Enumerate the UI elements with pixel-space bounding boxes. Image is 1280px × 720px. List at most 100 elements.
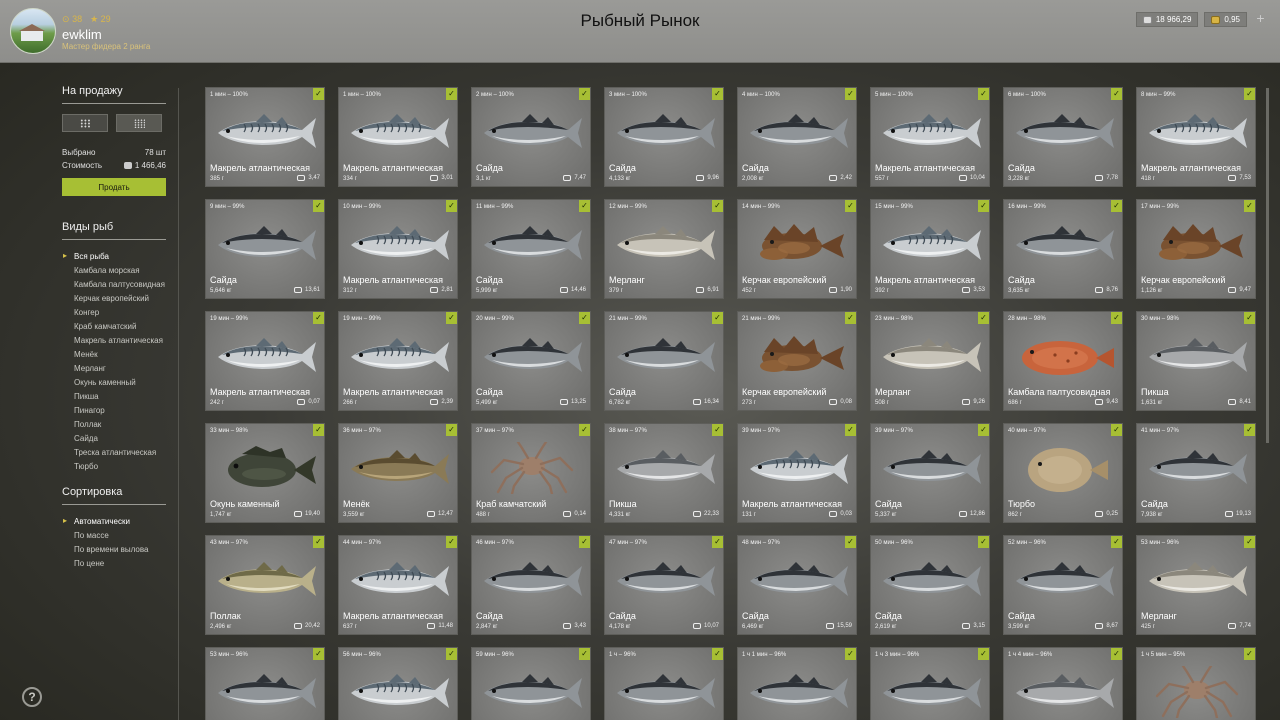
selected-check-icon[interactable]: ✓	[313, 424, 324, 436]
species-filter-item[interactable]: Менёк	[62, 348, 166, 362]
fish-card[interactable]: 2 мин – 100% ✓ Сайда 3,1 кг 7,47	[471, 87, 591, 187]
fish-card[interactable]: 14 мин – 99% ✓ Керчак европейский 452 г 1,90	[737, 199, 857, 299]
species-filter-item[interactable]: Мерланг	[62, 362, 166, 376]
selected-check-icon[interactable]: ✓	[978, 424, 989, 436]
sort-option-item[interactable]: По массе	[62, 529, 166, 543]
fish-card[interactable]: 46 мин – 97% ✓ Сайда 2,847 кг 3,43	[471, 535, 591, 635]
species-filter-item[interactable]: Конгер	[62, 306, 166, 320]
fish-card[interactable]: 30 мин – 98% ✓ Пикша 1,631 кг 8,41	[1136, 311, 1256, 411]
selected-check-icon[interactable]: ✓	[579, 88, 590, 100]
fish-card[interactable]: 53 мин – 96% ✓	[205, 647, 325, 720]
species-filter-item[interactable]: Краб камчатский	[62, 320, 166, 334]
selected-check-icon[interactable]: ✓	[845, 536, 856, 548]
fish-card[interactable]: 38 мин – 97% ✓ Пикша 4,331 кг 22,33	[604, 423, 724, 523]
fish-card[interactable]: 19 мин – 99% ✓ Макрель атлантическая 266 г 2…	[338, 311, 458, 411]
selected-check-icon[interactable]: ✓	[446, 648, 457, 660]
fish-card[interactable]: 15 мин – 99% ✓ Макрель атлантическая 392 г 3…	[870, 199, 990, 299]
fish-card[interactable]: 37 мин – 97% ✓ Краб камчатский 488 г 0,14	[471, 423, 591, 523]
fish-card[interactable]: 3 мин – 100% ✓ Сайда 4,133 кг 9,96	[604, 87, 724, 187]
selected-check-icon[interactable]: ✓	[579, 648, 590, 660]
fish-card[interactable]: 59 мин – 96% ✓	[471, 647, 591, 720]
fish-card[interactable]: 21 мин – 99% ✓ Керчак европейский 273 г 0,08	[737, 311, 857, 411]
selected-check-icon[interactable]: ✓	[712, 424, 723, 436]
species-filter-item[interactable]: Керчак европейский	[62, 292, 166, 306]
selected-check-icon[interactable]: ✓	[712, 648, 723, 660]
fish-card[interactable]: 1 ч – 96% ✓	[604, 647, 724, 720]
selected-check-icon[interactable]: ✓	[1244, 424, 1255, 436]
selected-check-icon[interactable]: ✓	[1244, 312, 1255, 324]
sell-button[interactable]: Продать	[62, 178, 166, 196]
fish-card[interactable]: 1 ч 4 мин – 96% ✓	[1003, 647, 1123, 720]
fish-card[interactable]: 4 мин – 100% ✓ Сайда 2,008 кг 2,42	[737, 87, 857, 187]
selected-check-icon[interactable]: ✓	[446, 88, 457, 100]
selected-check-icon[interactable]: ✓	[579, 424, 590, 436]
selected-check-icon[interactable]: ✓	[1111, 424, 1122, 436]
selected-check-icon[interactable]: ✓	[579, 536, 590, 548]
selected-check-icon[interactable]: ✓	[1244, 536, 1255, 548]
fish-card[interactable]: 53 мин – 96% ✓ Мерланг 425 г 7,74	[1136, 535, 1256, 635]
fish-card[interactable]: 21 мин – 99% ✓ Сайда 6,782 кг 16,34	[604, 311, 724, 411]
grid-scrollbar[interactable]	[1266, 88, 1269, 443]
selected-check-icon[interactable]: ✓	[1111, 536, 1122, 548]
fish-card[interactable]: 1 ч 1 мин – 96% ✓	[737, 647, 857, 720]
selected-check-icon[interactable]: ✓	[446, 200, 457, 212]
selected-check-icon[interactable]: ✓	[712, 88, 723, 100]
sort-option-item[interactable]: Автоматически	[62, 515, 166, 529]
selected-check-icon[interactable]: ✓	[313, 88, 324, 100]
species-filter-item[interactable]: Сайда	[62, 432, 166, 446]
selected-check-icon[interactable]: ✓	[579, 200, 590, 212]
selected-check-icon[interactable]: ✓	[446, 424, 457, 436]
fish-card[interactable]: 48 мин – 97% ✓ Сайда 6,469 кг 15,59	[737, 535, 857, 635]
fish-card[interactable]: 17 мин – 99% ✓ Керчак европейский 1,126 кг 9…	[1136, 199, 1256, 299]
fish-card[interactable]: 6 мин – 100% ✓ Сайда 3,228 кг 7,78	[1003, 87, 1123, 187]
add-currency-button[interactable]: +	[1253, 11, 1268, 27]
selected-check-icon[interactable]: ✓	[313, 312, 324, 324]
selected-check-icon[interactable]: ✓	[978, 536, 989, 548]
selected-check-icon[interactable]: ✓	[1111, 200, 1122, 212]
fish-card[interactable]: 9 мин – 99% ✓ Сайда 5,646 кг 13,61	[205, 199, 325, 299]
species-filter-item[interactable]: Окунь каменный	[62, 376, 166, 390]
species-filter-item[interactable]: Тюрбо	[62, 460, 166, 474]
selected-check-icon[interactable]: ✓	[1244, 200, 1255, 212]
species-filter-item[interactable]: Макрель атлантическая	[62, 334, 166, 348]
fish-card[interactable]: 1 мин – 100% ✓ Макрель атлантическая 334 г 3…	[338, 87, 458, 187]
selected-check-icon[interactable]: ✓	[1244, 88, 1255, 100]
species-filter-item[interactable]: Пикша	[62, 390, 166, 404]
species-filter-item[interactable]: Вся рыба	[62, 250, 166, 264]
fish-card[interactable]: 19 мин – 99% ✓ Макрель атлантическая 242 г 0…	[205, 311, 325, 411]
sort-option-item[interactable]: По времени вылова	[62, 543, 166, 557]
selected-check-icon[interactable]: ✓	[978, 200, 989, 212]
sort-option-item[interactable]: По цене	[62, 557, 166, 571]
fish-card[interactable]: 56 мин – 96% ✓	[338, 647, 458, 720]
fish-card[interactable]: 11 мин – 99% ✓ Сайда 5,999 кг 14,46	[471, 199, 591, 299]
selected-check-icon[interactable]: ✓	[845, 200, 856, 212]
fish-card[interactable]: 16 мин – 99% ✓ Сайда 3,635 кг 8,76	[1003, 199, 1123, 299]
selected-check-icon[interactable]: ✓	[313, 200, 324, 212]
fish-card[interactable]: 28 мин – 98% ✓ Камбала палтусовидная 686 г 9…	[1003, 311, 1123, 411]
fish-card[interactable]: 47 мин – 97% ✓ Сайда 4,178 кг 10,07	[604, 535, 724, 635]
selected-check-icon[interactable]: ✓	[978, 648, 989, 660]
selected-check-icon[interactable]: ✓	[845, 312, 856, 324]
selected-check-icon[interactable]: ✓	[1111, 648, 1122, 660]
fish-card[interactable]: 40 мин – 97% ✓ Тюрбо 862 г 0,25	[1003, 423, 1123, 523]
selected-check-icon[interactable]: ✓	[978, 312, 989, 324]
selected-check-icon[interactable]: ✓	[712, 200, 723, 212]
species-filter-item[interactable]: Камбала палтусовидная	[62, 278, 166, 292]
fish-card[interactable]: 41 мин – 97% ✓ Сайда 7,938 кг 19,13	[1136, 423, 1256, 523]
selected-check-icon[interactable]: ✓	[446, 536, 457, 548]
selected-check-icon[interactable]: ✓	[1244, 648, 1255, 660]
selected-check-icon[interactable]: ✓	[313, 536, 324, 548]
fish-card[interactable]: 8 мин – 99% ✓ Макрель атлантическая 418 г 7,…	[1136, 87, 1256, 187]
small-grid-view-button[interactable]	[116, 114, 162, 132]
fish-card[interactable]: 36 мин – 97% ✓ Менёк 3,559 кг 12,47	[338, 423, 458, 523]
fish-card[interactable]: 23 мин – 98% ✓ Мерланг 508 г 9,26	[870, 311, 990, 411]
help-button[interactable]: ?	[22, 687, 42, 707]
species-filter-item[interactable]: Треска атлантическая	[62, 446, 166, 460]
selected-check-icon[interactable]: ✓	[313, 648, 324, 660]
fish-card[interactable]: 12 мин – 99% ✓ Мерланг 379 г 6,91	[604, 199, 724, 299]
fish-card[interactable]: 20 мин – 99% ✓ Сайда 5,499 кг 13,25	[471, 311, 591, 411]
selected-check-icon[interactable]: ✓	[712, 312, 723, 324]
selected-check-icon[interactable]: ✓	[712, 536, 723, 548]
fish-card[interactable]: 1 мин – 100% ✓ Макрель атлантическая 385 г 3…	[205, 87, 325, 187]
fish-card[interactable]: 52 мин – 96% ✓ Сайда 3,599 кг 8,67	[1003, 535, 1123, 635]
